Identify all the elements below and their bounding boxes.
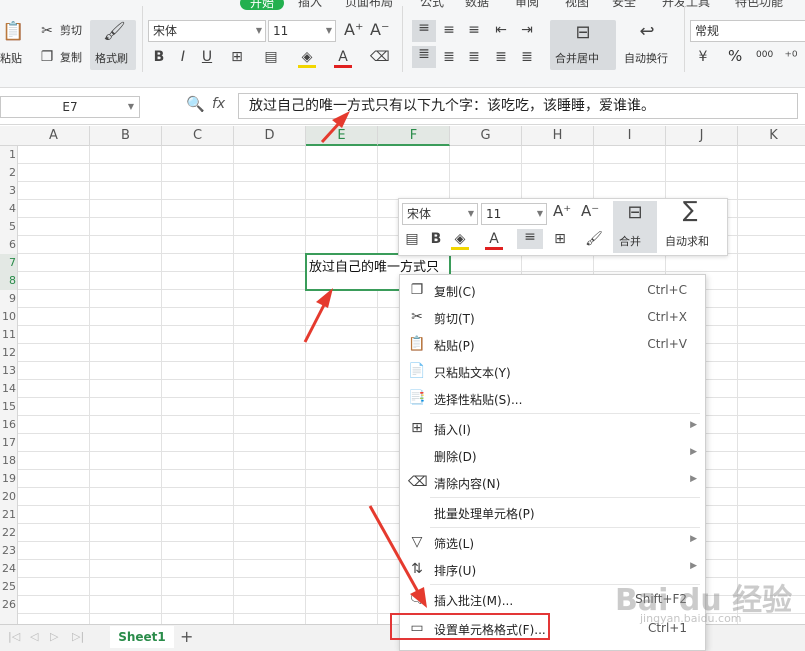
- annotation-arrows: [303, 111, 427, 608]
- arrow-to-formula: [320, 111, 350, 144]
- watermark-url: jingyan.baidu.com: [640, 612, 742, 625]
- arrow-to-cell: [303, 288, 333, 343]
- arrow-to-format-cells: [368, 505, 427, 608]
